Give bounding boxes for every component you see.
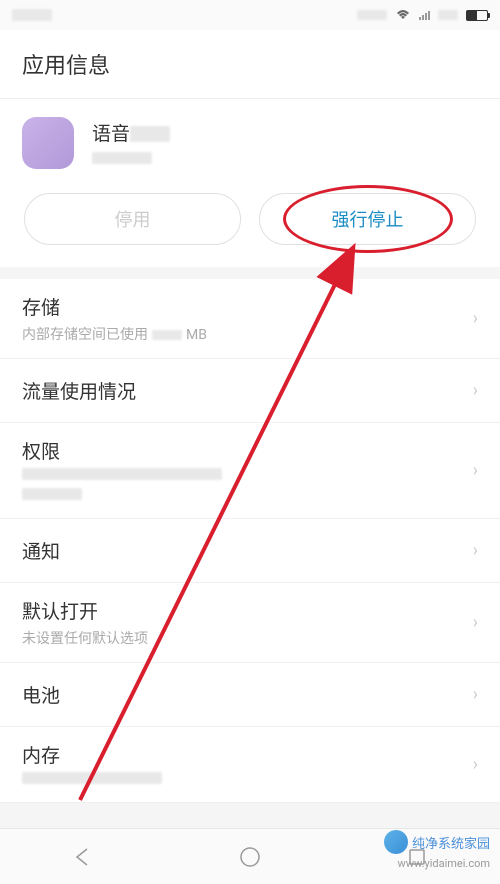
chevron-right-icon: › xyxy=(473,308,478,329)
force-stop-button[interactable]: 强行停止 xyxy=(259,193,476,245)
watermark-url: www.yidaimei.com xyxy=(397,857,490,870)
memory-sublabel xyxy=(22,772,465,788)
disable-button[interactable]: 停用 xyxy=(24,193,241,245)
permissions-item[interactable]: 权限 › xyxy=(0,423,500,519)
watermark-text: 纯净系统家园 xyxy=(412,833,490,852)
chevron-right-icon: › xyxy=(473,380,478,401)
signal-icon xyxy=(419,11,430,20)
chevron-right-icon: › xyxy=(473,540,478,561)
chevron-right-icon: › xyxy=(473,684,478,705)
battery-item[interactable]: 电池 › xyxy=(0,663,500,727)
storage-sublabel: 内部存储空间已使用MB xyxy=(22,324,465,344)
status-left xyxy=(12,9,52,21)
watermark-icon xyxy=(384,830,408,854)
permissions-sublabel xyxy=(22,468,465,504)
watermark: 纯净系统家园 xyxy=(384,830,490,854)
app-details: 语音 xyxy=(92,119,170,168)
chevron-right-icon: › xyxy=(473,754,478,775)
storage-item[interactable]: 存储 内部存储空间已使用MB › xyxy=(0,279,500,359)
app-info-section: 语音 停用 强行停止 xyxy=(0,99,500,267)
chevron-right-icon: › xyxy=(473,612,478,633)
memory-label: 内存 xyxy=(22,741,465,768)
permissions-label: 权限 xyxy=(22,437,465,464)
battery-icon xyxy=(466,10,488,21)
action-buttons: 停用 强行停止 xyxy=(22,193,478,245)
memory-item[interactable]: 内存 › xyxy=(0,727,500,803)
settings-list: 存储 内部存储空间已使用MB › 流量使用情况 › 权限 › 通知 › xyxy=(0,279,500,803)
status-bar xyxy=(0,0,500,30)
status-right xyxy=(357,9,488,21)
battery-label: 电池 xyxy=(22,681,465,708)
notifications-label: 通知 xyxy=(22,537,465,564)
default-open-item[interactable]: 默认打开 未设置任何默认选项 › xyxy=(0,583,500,663)
chevron-right-icon: › xyxy=(473,460,478,481)
storage-label: 存储 xyxy=(22,293,465,320)
data-usage-item[interactable]: 流量使用情况 › xyxy=(0,359,500,423)
page-title: 应用信息 xyxy=(22,48,478,80)
data-usage-label: 流量使用情况 xyxy=(22,377,465,404)
app-icon xyxy=(22,117,74,169)
page-header: 应用信息 xyxy=(0,30,500,99)
default-open-label: 默认打开 xyxy=(22,597,465,624)
notifications-item[interactable]: 通知 › xyxy=(0,519,500,583)
default-open-sublabel: 未设置任何默认选项 xyxy=(22,628,465,648)
app-name: 语音 xyxy=(92,119,170,146)
nav-home-button[interactable] xyxy=(220,837,280,877)
wifi-icon xyxy=(395,9,411,21)
nav-back-button[interactable] xyxy=(53,837,113,877)
